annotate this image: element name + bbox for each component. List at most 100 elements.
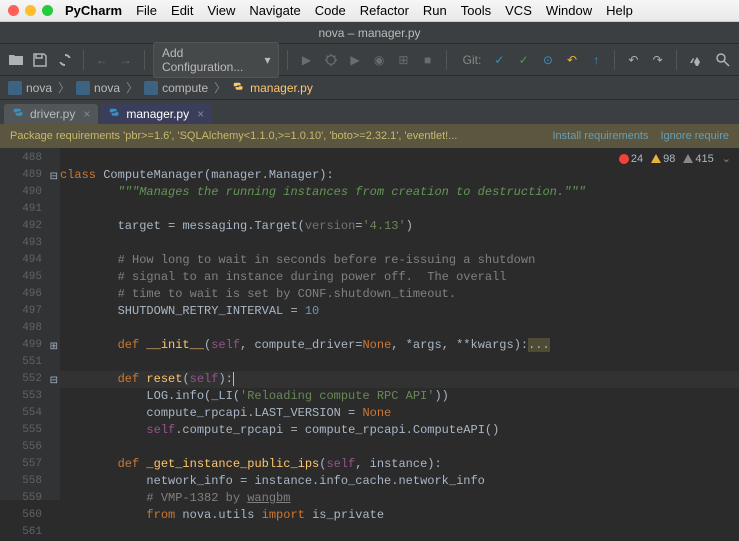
code-area[interactable]: class ComputeManager(manager.Manager): "… <box>60 148 739 500</box>
back-icon[interactable]: ← <box>92 49 112 71</box>
line-number[interactable]: 561 <box>0 524 60 541</box>
line-number[interactable]: 558 <box>0 473 60 490</box>
minimize-window-button[interactable] <box>25 5 36 16</box>
menu-file[interactable]: File <box>136 3 157 18</box>
menu-help[interactable]: Help <box>606 3 633 18</box>
code-line <box>60 439 739 456</box>
line-number[interactable]: 552⊟ <box>0 371 60 388</box>
line-number[interactable]: 554 <box>0 405 60 422</box>
line-number[interactable]: 559 <box>0 490 60 507</box>
editor-gutter[interactable]: 488 489⊟ 490 491 492 493 494 495 496 497… <box>0 148 60 500</box>
search-everywhere-icon[interactable] <box>713 49 733 71</box>
line-number[interactable]: 497 <box>0 303 60 320</box>
menu-window[interactable]: Window <box>546 3 592 18</box>
line-number[interactable]: 494 <box>0 252 60 269</box>
python-file-icon <box>108 107 122 121</box>
code-line <box>60 320 739 337</box>
menu-navigate[interactable]: Navigate <box>249 3 300 18</box>
fold-icon[interactable]: ⊟ <box>46 373 58 385</box>
git-rollback-icon[interactable]: ↶ <box>562 49 582 71</box>
line-number[interactable]: 489⊟ <box>0 167 60 184</box>
debug-icon[interactable] <box>321 49 341 71</box>
line-number[interactable]: 553 <box>0 388 60 405</box>
open-file-icon[interactable] <box>6 49 26 71</box>
line-number[interactable]: 491 <box>0 201 60 218</box>
fold-icon[interactable]: ⊟ <box>46 169 58 181</box>
breadcrumb-item[interactable]: nova <box>8 81 52 95</box>
line-number[interactable]: 555 <box>0 422 60 439</box>
save-all-icon[interactable] <box>30 49 50 71</box>
code-line: def __init__(self, compute_driver=None, … <box>60 337 739 354</box>
close-tab-icon[interactable]: × <box>83 107 90 121</box>
code-line: class ComputeManager(manager.Manager): <box>60 167 739 184</box>
line-number[interactable]: 493 <box>0 235 60 252</box>
expand-inspections-icon[interactable]: ⌄ <box>722 152 731 165</box>
undo-icon[interactable]: ↶ <box>623 49 643 71</box>
fold-icon[interactable]: ⊞ <box>46 339 58 351</box>
run-icon[interactable]: ▶ <box>296 49 316 71</box>
menu-run[interactable]: Run <box>423 3 447 18</box>
profile-icon[interactable]: ◉ <box>369 49 389 71</box>
breadcrumb-item[interactable]: manager.py <box>232 81 313 95</box>
code-editor[interactable]: 24 98 415 ⌄ 488 489⊟ 490 491 492 493 494… <box>0 148 739 500</box>
tab-driver[interactable]: driver.py × <box>4 104 98 124</box>
inspection-markers[interactable]: 24 98 415 ⌄ <box>619 152 731 165</box>
menu-edit[interactable]: Edit <box>171 3 193 18</box>
line-number[interactable]: 492 <box>0 218 60 235</box>
code-line: # time to wait is set by CONF.shutdown_t… <box>60 286 739 303</box>
warning-icon <box>651 154 661 163</box>
breadcrumb-separator: 〉 <box>126 79 138 96</box>
requirements-notification: Package requirements 'pbr>=1.6', 'SQLAlc… <box>0 124 739 148</box>
line-number[interactable]: 498 <box>0 320 60 337</box>
line-number[interactable]: 496 <box>0 286 60 303</box>
line-number[interactable]: 499⊞ <box>0 337 60 354</box>
navigation-breadcrumb: nova 〉 nova 〉 compute 〉 manager.py <box>0 76 739 100</box>
warning-marker[interactable]: 98 <box>651 153 675 165</box>
line-number[interactable]: 490 <box>0 184 60 201</box>
breadcrumb-item[interactable]: compute <box>144 81 208 95</box>
line-number[interactable]: 495 <box>0 269 60 286</box>
git-history-icon[interactable]: ⊙ <box>538 49 558 71</box>
run-config-dropdown[interactable]: Add Configuration... ▾ <box>153 42 280 78</box>
close-tab-icon[interactable]: × <box>197 107 204 121</box>
toolbar-separator <box>83 50 84 70</box>
code-line: # signal to an instance during power off… <box>60 269 739 286</box>
git-update-icon[interactable]: ✓ <box>489 49 509 71</box>
menu-tools[interactable]: Tools <box>461 3 491 18</box>
weak-warning-marker[interactable]: 415 <box>683 153 713 165</box>
menu-refactor[interactable]: Refactor <box>360 3 409 18</box>
close-window-button[interactable] <box>8 5 19 16</box>
tab-label: driver.py <box>30 107 75 121</box>
toolbar-separator <box>614 50 615 70</box>
stop-icon[interactable]: ■ <box>417 49 437 71</box>
chevron-down-icon: ▾ <box>264 53 270 67</box>
maximize-window-button[interactable] <box>42 5 53 16</box>
line-number[interactable]: 488 <box>0 150 60 167</box>
line-number[interactable]: 556 <box>0 439 60 456</box>
app-name[interactable]: PyCharm <box>65 3 122 18</box>
weak-warning-icon <box>683 154 693 163</box>
settings-icon[interactable] <box>685 49 705 71</box>
error-marker[interactable]: 24 <box>619 153 643 165</box>
code-line: # How long to wait in seconds before re-… <box>60 252 739 269</box>
line-number[interactable]: 560 <box>0 507 60 524</box>
coverage-icon[interactable]: ▶ <box>345 49 365 71</box>
git-commit-icon[interactable]: ✓ <box>514 49 534 71</box>
line-number[interactable]: 557 <box>0 456 60 473</box>
install-requirements-link[interactable]: Install requirements <box>553 130 649 142</box>
forward-icon[interactable]: → <box>116 49 136 71</box>
code-line <box>60 201 739 218</box>
menu-view[interactable]: View <box>207 3 235 18</box>
concurrency-icon[interactable]: ⊞ <box>393 49 413 71</box>
menu-vcs[interactable]: VCS <box>505 3 532 18</box>
git-push-icon[interactable]: ↑ <box>586 49 606 71</box>
traffic-lights <box>8 5 53 16</box>
line-number[interactable]: 551 <box>0 354 60 371</box>
tab-manager[interactable]: manager.py × <box>100 104 212 124</box>
redo-icon[interactable]: ↷ <box>648 49 668 71</box>
menu-code[interactable]: Code <box>315 3 346 18</box>
code-line: """Manages the running instances from cr… <box>60 184 739 201</box>
breadcrumb-item[interactable]: nova <box>76 81 120 95</box>
ignore-requirements-link[interactable]: Ignore require <box>661 130 730 142</box>
sync-icon[interactable] <box>54 49 74 71</box>
